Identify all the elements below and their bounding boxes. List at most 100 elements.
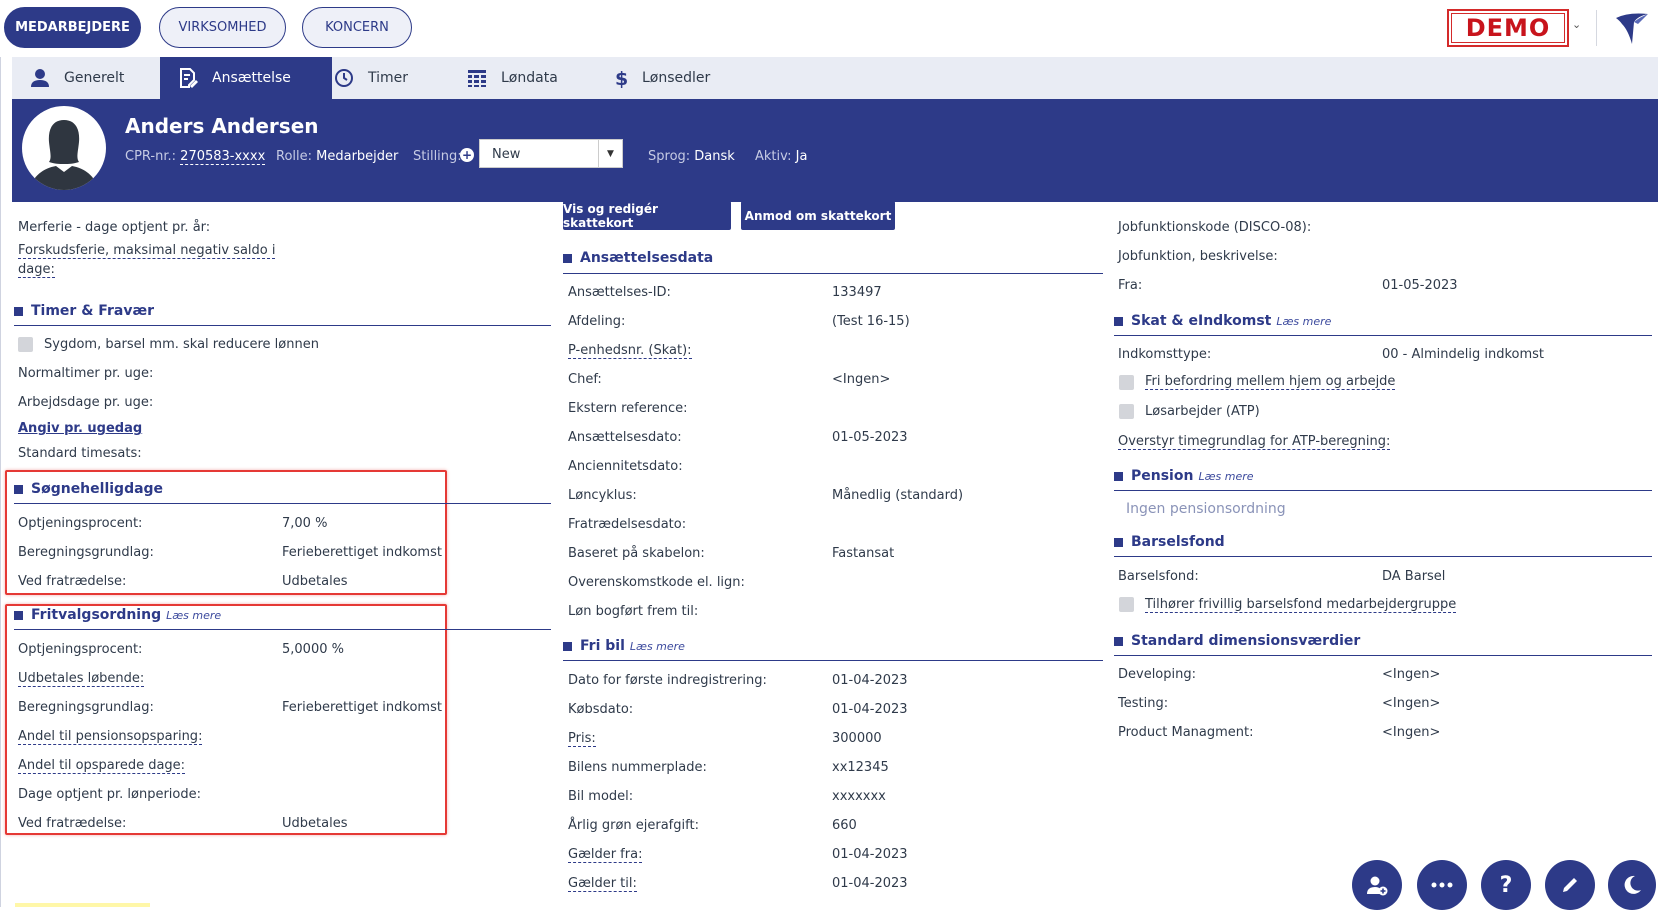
loesarbejder-checkbox[interactable] bbox=[1119, 404, 1134, 419]
pension-laes-mere-link[interactable]: Læs mere bbox=[1198, 470, 1253, 483]
sprog-label: Sprog: bbox=[648, 149, 691, 164]
fri-befordring-checkbox[interactable] bbox=[1119, 375, 1134, 390]
frivillig-barselsfond-checkbox[interactable] bbox=[1119, 597, 1134, 612]
fri-bil-laes-mere-link[interactable]: Læs mere bbox=[630, 640, 685, 653]
tab-timer[interactable]: Timer bbox=[334, 57, 454, 99]
loencyklus-value: Månedlig (standard) bbox=[832, 488, 964, 503]
forskudsferie-label-line2[interactable]: dage: bbox=[18, 262, 55, 278]
divider bbox=[1114, 655, 1652, 656]
tab-loendata-label: Løndata bbox=[501, 70, 558, 86]
tab-loensedler-label: Lønsedler bbox=[642, 70, 711, 86]
tab-generelt[interactable]: Generelt bbox=[30, 57, 160, 99]
cpr-field: CPR-nr.: 270583-xxxx bbox=[125, 149, 266, 165]
employee-name: Anders Andersen bbox=[125, 114, 319, 138]
fritvalgsordning-heading: Fritvalgsordning Læs mere bbox=[14, 607, 221, 623]
overenskomstkode-label: Overenskomstkode el. lign: bbox=[568, 575, 745, 590]
testing-label: Testing: bbox=[1118, 696, 1169, 711]
gaelder-til-value: 01-04-2023 bbox=[832, 876, 908, 891]
cpr-label: CPR-nr.: bbox=[125, 149, 177, 164]
skat-eindkomst-heading: Skat & eIndkomst Læs mere bbox=[1114, 313, 1331, 329]
clock-icon bbox=[335, 69, 353, 87]
fra-value: 01-05-2023 bbox=[1382, 278, 1458, 293]
help-button[interactable]: ? bbox=[1481, 860, 1531, 910]
ellipsis-icon bbox=[1431, 882, 1453, 888]
s-optjening-value: 7,00 % bbox=[282, 516, 328, 531]
tab-ansaettelse-label: Ansættelse bbox=[212, 70, 291, 86]
dimensionsvaerdier-heading: Standard dimensionsværdier bbox=[1114, 633, 1360, 649]
stilling-value: New bbox=[492, 147, 521, 162]
avatar[interactable] bbox=[22, 106, 106, 190]
s-optjening-label: Optjeningsprocent: bbox=[18, 516, 143, 531]
brand-logo-icon[interactable] bbox=[1612, 8, 1652, 48]
rolle-value: Medarbejder bbox=[316, 149, 399, 164]
tab-bar: Generelt Ansættelse Timer Løndata $ Løns… bbox=[12, 57, 1658, 99]
testing-value: <Ingen> bbox=[1382, 696, 1441, 711]
koncern-button[interactable]: KONCERN bbox=[302, 7, 412, 48]
divider bbox=[1114, 335, 1652, 336]
dollar-icon: $ bbox=[615, 68, 628, 88]
sprog-field: Sprog: Dansk bbox=[648, 149, 735, 164]
gaelder-til-label[interactable]: Gælder til: bbox=[568, 876, 637, 892]
normaltimer-label: Normaltimer pr. uge: bbox=[18, 366, 154, 381]
chevron-down-icon[interactable]: ⌄ bbox=[1572, 18, 1586, 32]
caret-down-icon[interactable]: ▼ bbox=[598, 140, 622, 167]
barselsfond-heading: Barselsfond bbox=[1114, 534, 1225, 550]
s-fratraedelse-label: Ved fratrædelse: bbox=[18, 574, 127, 589]
dark-mode-button[interactable] bbox=[1608, 860, 1656, 910]
divider bbox=[1114, 490, 1652, 491]
add-user-icon bbox=[1367, 876, 1388, 896]
pris-label[interactable]: Pris: bbox=[568, 731, 596, 747]
divider bbox=[14, 503, 551, 504]
frivillig-barselsfond-label[interactable]: Tilhører frivillig barselsfond medarbejd… bbox=[1145, 597, 1457, 613]
edit-button[interactable] bbox=[1545, 860, 1595, 910]
more-options-button[interactable] bbox=[1417, 860, 1467, 910]
sygdom-checkbox[interactable] bbox=[18, 337, 33, 352]
arbejdsdage-label: Arbejdsdage pr. uge: bbox=[18, 395, 154, 410]
f-pension-label[interactable]: Andel til pensionsopsparing: bbox=[18, 729, 203, 745]
add-user-button[interactable] bbox=[1352, 860, 1402, 910]
stilling-select[interactable]: New ▼ bbox=[479, 139, 623, 168]
groen-ejerafgift-value: 660 bbox=[832, 818, 857, 833]
tab-loendata[interactable]: Løndata bbox=[467, 57, 597, 99]
f-fratraedelse-label: Ved fratrædelse: bbox=[18, 816, 127, 831]
merferie-label: Merferie - dage optjent pr. år: bbox=[18, 220, 211, 235]
angiv-pr-ugedag-link[interactable]: Angiv pr. ugedag bbox=[18, 421, 142, 436]
skat-laes-mere-link[interactable]: Læs mere bbox=[1276, 315, 1331, 328]
barselsfond-label: Barselsfond: bbox=[1118, 569, 1199, 584]
medarbejdere-button[interactable]: MEDARBEJDERE bbox=[4, 7, 141, 48]
f-opsparede-label[interactable]: Andel til opsparede dage: bbox=[18, 758, 186, 774]
virksomhed-button[interactable]: VIRKSOMHED bbox=[159, 7, 286, 48]
add-stilling-icon[interactable]: + bbox=[460, 148, 474, 162]
skabelon-value: Fastansat bbox=[832, 546, 895, 561]
f-udbetales-loebende-label[interactable]: Udbetales løbende: bbox=[18, 671, 145, 687]
fra-label: Fra: bbox=[1118, 278, 1143, 293]
demo-logo[interactable]: DEMO bbox=[1447, 9, 1569, 47]
p-enhedsnr-label[interactable]: P-enhedsnr. (Skat): bbox=[568, 343, 692, 359]
vis-skattekort-button[interactable]: Vis og redigér skattekort bbox=[563, 201, 731, 230]
f-fratraedelse-value: Udbetales bbox=[282, 816, 348, 831]
indkomsttype-label: Indkomsttype: bbox=[1118, 347, 1212, 362]
f-beregning-label: Beregningsgrundlag: bbox=[18, 700, 154, 715]
loen-bogfoert-label: Løn bogført frem til: bbox=[568, 604, 699, 619]
forskudsferie-label-line1[interactable]: Forskudsferie, maksimal negativ saldo i bbox=[18, 243, 276, 259]
user-icon bbox=[31, 69, 49, 87]
soegnehelligdage-heading: Søgnehelligdage bbox=[14, 481, 163, 497]
question-mark-icon: ? bbox=[1499, 872, 1513, 898]
anmod-skattekort-button[interactable]: Anmod om skattekort bbox=[741, 201, 895, 230]
rolle-label: Rolle: bbox=[276, 149, 313, 164]
fri-befordring-label[interactable]: Fri befordring mellem hjem og arbejde bbox=[1145, 374, 1396, 390]
koebsdato-label: Købsdato: bbox=[568, 702, 634, 717]
pension-heading: Pension Læs mere bbox=[1114, 468, 1254, 484]
koebsdato-value: 01-04-2023 bbox=[832, 702, 908, 717]
tab-loensedler[interactable]: $ Lønsedler bbox=[614, 57, 754, 99]
divider bbox=[563, 273, 1103, 274]
aktiv-field: Aktiv: Ja bbox=[755, 149, 807, 164]
fritvalg-laes-mere-link[interactable]: Læs mere bbox=[166, 609, 221, 622]
atp-label[interactable]: Overstyr timegrundlag for ATP-beregning: bbox=[1118, 434, 1391, 450]
ingen-pensionsordning-text: Ingen pensionsordning bbox=[1126, 501, 1286, 517]
gaelder-fra-label[interactable]: Gælder fra: bbox=[568, 847, 643, 863]
afdeling-label: Afdeling: bbox=[568, 314, 626, 329]
indkomsttype-value: 00 - Almindelig indkomst bbox=[1382, 347, 1545, 362]
tab-ansaettelse[interactable]: Ansættelse bbox=[160, 57, 332, 99]
cpr-value[interactable]: 270583-xxxx bbox=[180, 149, 266, 165]
